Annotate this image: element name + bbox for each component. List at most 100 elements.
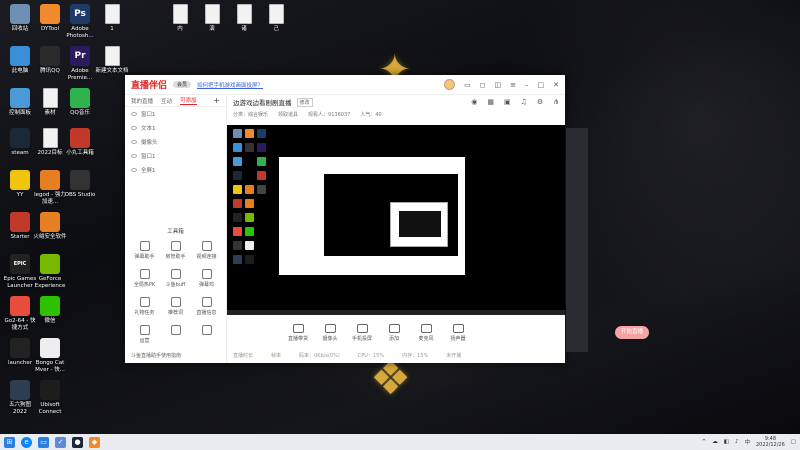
- live-commerce-button[interactable]: 直播带货: [287, 324, 309, 342]
- toolbox-item[interactable]: [160, 325, 191, 344]
- desktop-shortcut[interactable]: 诸: [226, 4, 262, 33]
- document-icon: [172, 4, 188, 24]
- tab-addable[interactable]: 可添加: [180, 96, 197, 105]
- desktop-shortcut[interactable]: GeForce Experience: [32, 254, 68, 289]
- phone-icon: [356, 324, 368, 333]
- gift-icon[interactable]: ◫: [495, 81, 502, 89]
- go-live-button[interactable]: 开始直播: [615, 326, 649, 339]
- speaker-button[interactable]: 扬声器: [447, 324, 469, 342]
- cloud-icon[interactable]: ☁: [712, 439, 718, 445]
- message-icon[interactable]: ▭: [464, 81, 471, 89]
- menu-icon[interactable]: ≡: [510, 81, 516, 89]
- volume-icon[interactable]: ♪: [735, 439, 739, 445]
- eye-icon[interactable]: [131, 168, 137, 172]
- live-assistant-icon[interactable]: ◆: [89, 436, 100, 448]
- toolbox-item[interactable]: 礼物任务: [129, 297, 160, 316]
- desktop-shortcut[interactable]: 小丸工具箱: [62, 128, 98, 157]
- member-badge[interactable]: 会员: [173, 81, 192, 88]
- toolbox-item[interactable]: 视频连接: [191, 241, 222, 260]
- toolbox-item[interactable]: 弹幕助手: [129, 241, 160, 260]
- file-explorer-icon[interactable]: ▭: [38, 436, 49, 448]
- desktop-shortcut[interactable]: 微信: [32, 296, 68, 325]
- maximize-icon[interactable]: □: [538, 81, 545, 89]
- record-icon[interactable]: ◉: [471, 98, 477, 106]
- help-guide-link[interactable]: 斗鱼直播助手使用指南: [131, 352, 181, 359]
- layout-icon[interactable]: ▦: [487, 98, 494, 106]
- desktop-shortcut[interactable]: OBS Studio: [62, 170, 98, 199]
- category-info[interactable]: 分类：综合娱乐: [233, 111, 268, 118]
- eye-icon[interactable]: [131, 154, 137, 158]
- network-icon[interactable]: ◧: [724, 439, 729, 445]
- edit-title-button[interactable]: 修改: [296, 97, 313, 107]
- desktop-shortcut[interactable]: 新建文本文档: [94, 46, 130, 75]
- toolbox-item[interactable]: 直播信息: [191, 297, 222, 316]
- toolbox-item[interactable]: 全局热PK: [129, 269, 160, 288]
- settings-icon[interactable]: ⚙: [537, 98, 543, 106]
- duration-status: 直播时长: [233, 352, 254, 359]
- chevron-up-icon[interactable]: ^: [702, 439, 707, 445]
- desktop-shortcut[interactable]: 火绒安全软件: [32, 212, 68, 241]
- qq-music-icon: [70, 88, 90, 108]
- toolbox-item-label: 直播信息: [196, 310, 217, 316]
- start-icon[interactable]: ⊞: [4, 436, 15, 448]
- speaker-icon: [452, 324, 464, 333]
- desktop-shortcut[interactable]: 演: [194, 4, 230, 33]
- desktop-shortcut[interactable]: QQ音乐: [62, 88, 98, 117]
- scene-item[interactable]: 摄像头: [125, 135, 226, 149]
- edge-icon[interactable]: e: [21, 436, 32, 448]
- clock[interactable]: 9:48 2022/12/26: [756, 436, 785, 448]
- share-icon[interactable]: ⋔: [553, 98, 559, 106]
- computer-icon: [10, 46, 30, 66]
- main-panel: 边游戏边看剧剧直播 修改 ◉ ▦ ▣ ♫ ⚙ ⋔ 分类：综合娱乐 领取道具 观看…: [227, 95, 649, 363]
- camera-button[interactable]: 摄像头: [319, 324, 341, 342]
- toolbox-item[interactable]: 运营: [129, 325, 160, 344]
- add-scene-icon[interactable]: +: [213, 96, 220, 105]
- toolbox-item-label: 推荐词: [167, 310, 183, 316]
- task-icon[interactable]: ✓: [55, 436, 66, 448]
- tab-interaction[interactable]: 互动: [161, 97, 172, 105]
- scene-item[interactable]: 窗口1: [125, 149, 226, 163]
- desktop-shortcut[interactable]: Ps Adobe Photosh...: [62, 4, 98, 39]
- toolbox-item[interactable]: 房管助手: [160, 241, 191, 260]
- legod-icon: [40, 170, 60, 190]
- clock-date: 2022/12/26: [755, 442, 785, 448]
- desktop-shortcut[interactable]: Ubisoft Connect: [32, 380, 68, 415]
- tab-my-live[interactable]: 我的直播: [131, 97, 153, 105]
- toolbox-item[interactable]: 弹幕鸡: [191, 269, 222, 288]
- desktop-shortcut[interactable]: 内: [162, 4, 198, 33]
- microphone-button[interactable]: 麦克风: [415, 324, 437, 342]
- toolbox-item[interactable]: [191, 325, 222, 344]
- phone-cast-button[interactable]: 手机投屏: [351, 324, 373, 342]
- tool-icon: [139, 269, 150, 279]
- scene-item[interactable]: 窗口1: [125, 107, 226, 121]
- eye-icon[interactable]: [131, 140, 137, 144]
- scene-item[interactable]: 文本1: [125, 121, 226, 135]
- steam-icon[interactable]: ●: [72, 436, 83, 448]
- language-indicator[interactable]: 中: [744, 438, 750, 446]
- bitrate-status: 码率：0Kb/s(0%): [299, 352, 340, 359]
- cpu-status: CPU：15%: [357, 352, 385, 359]
- eye-icon[interactable]: [131, 126, 137, 130]
- desktop-shortcut-label: 演: [209, 26, 215, 32]
- shield-icon[interactable]: ◻: [480, 81, 486, 89]
- desktop-shortcut[interactable]: Pr Adobe Premie...: [62, 46, 98, 81]
- scene-item[interactable]: 全屏1: [125, 163, 226, 177]
- preview-icon: [233, 143, 242, 152]
- desktop-shortcut[interactable]: Bongo Cat Mver - 快...: [32, 338, 68, 373]
- add-source-button[interactable]: 添加: [383, 324, 405, 342]
- live-preview[interactable]: [227, 125, 565, 315]
- window-icon[interactable]: ▣: [504, 98, 511, 106]
- notification-icon[interactable]: ▢: [791, 439, 796, 445]
- close-icon[interactable]: ✕: [553, 81, 559, 89]
- projection-help-link[interactable]: 如何把手机游戏画面投屏？: [197, 81, 263, 89]
- desktop-shortcut[interactable]: 己: [258, 4, 294, 33]
- toolbox-item[interactable]: 斗鱼buff: [160, 269, 191, 288]
- minimize-icon[interactable]: –: [525, 81, 529, 89]
- desktop-shortcut[interactable]: 1: [94, 4, 130, 33]
- preview-icon: [257, 157, 266, 166]
- props-info[interactable]: 领取道具: [278, 111, 298, 118]
- toolbox-item[interactable]: 推荐词: [160, 297, 191, 316]
- bell-icon[interactable]: ♫: [521, 98, 527, 106]
- eye-icon[interactable]: [131, 112, 137, 116]
- avatar[interactable]: [444, 79, 456, 90]
